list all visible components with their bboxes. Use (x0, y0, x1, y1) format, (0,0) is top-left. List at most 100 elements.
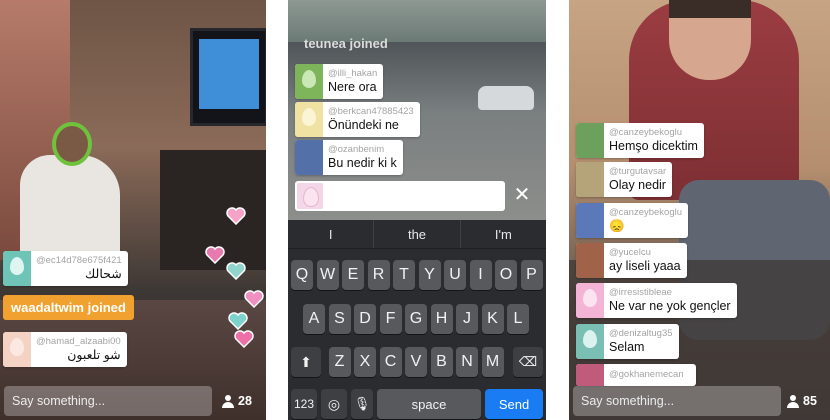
avatar (3, 332, 31, 367)
chat-message: @berkcan47885423 Önündeki ne (295, 102, 420, 137)
suggestion-item[interactable]: I (288, 220, 375, 248)
key-t[interactable]: T (393, 260, 415, 290)
shift-key[interactable]: ⬆ (291, 347, 321, 377)
avatar (576, 162, 604, 197)
chat-text: شو تلعبون (67, 348, 121, 362)
joined-notice: teunea joined (304, 36, 388, 51)
avatar (576, 324, 604, 359)
chat-message: @ec14d78e675f421 شحالك (3, 251, 128, 286)
heart-icon (234, 330, 254, 349)
avatar (576, 243, 604, 278)
viewer-count-value: 85 (803, 394, 817, 408)
chat-username: @denizaltug35 (609, 328, 673, 339)
suggestion-bar: I the I'm (288, 220, 546, 249)
globe-key[interactable]: ◎ (321, 389, 347, 419)
chat-text: شحالك (85, 267, 122, 281)
key-b[interactable]: B (430, 347, 453, 377)
television (190, 28, 266, 126)
microphone-icon: 🎙 (353, 396, 371, 411)
chat-text: Bu nedir ki k (328, 156, 397, 170)
chat-message: @ozanbenim Bu nedir ki k (295, 140, 403, 175)
joined-notice: waadaltwim joined (3, 295, 134, 320)
microphone-key[interactable]: 🎙 (351, 389, 373, 419)
key-i[interactable]: I (469, 260, 492, 290)
close-icon[interactable]: ✕ (513, 185, 531, 205)
viewer-count: 85 (787, 394, 817, 408)
send-button[interactable]: Send (485, 389, 543, 419)
left-broadcast-screen: @ec14d78e675f421 شحالك waadaltwim joined … (0, 0, 266, 420)
space-key[interactable]: space (377, 389, 481, 419)
backspace-icon: ⌫ (518, 354, 538, 369)
suggestion-item[interactable]: I'm (461, 220, 546, 248)
chat-username: @canzeybekoglu (609, 207, 683, 218)
chat-username: @turgutavsar (609, 166, 667, 177)
heart-icon (244, 290, 264, 309)
key-n[interactable]: N (456, 347, 478, 377)
viewer-count: 28 (222, 394, 252, 408)
key-j[interactable]: J (456, 304, 478, 334)
shift-icon: ⬆ (300, 353, 312, 370)
chat-message: @hamad_alzaabi00 شو تلعبون (3, 332, 127, 367)
chat-text: ay liseli yaaa (609, 259, 681, 273)
chat-username: @ozanbenim (328, 144, 385, 155)
chat-text: Olay nedir (609, 178, 666, 192)
chat-text: Hemşo dicektim (609, 139, 698, 153)
hair (669, 0, 751, 18)
key-h[interactable]: H (430, 304, 453, 334)
key-o[interactable]: O (495, 260, 517, 290)
avatar (295, 102, 323, 137)
avatar (3, 251, 31, 286)
chat-text: Önündeki ne (328, 118, 399, 132)
key-e[interactable]: E (342, 260, 364, 290)
key-m[interactable]: M (481, 347, 504, 377)
chat-message: @yucelcu ay liseli yaaa (576, 243, 687, 278)
chat-username: @ec14d78e675f421 (36, 255, 122, 266)
key-g[interactable]: G (405, 304, 427, 334)
middle-broadcast-screen: teunea joined @illi_hakan Nere ora @berkc… (288, 0, 546, 420)
comment-input[interactable] (295, 181, 505, 211)
chat-message: @turgutavsar Olay nedir (576, 162, 673, 197)
key-r[interactable]: R (367, 260, 390, 290)
heart-icon (228, 312, 248, 331)
key-c[interactable]: C (379, 347, 402, 377)
key-a[interactable]: A (303, 304, 325, 334)
key-v[interactable]: V (405, 347, 427, 377)
key-u[interactable]: U (444, 260, 466, 290)
numbers-key[interactable]: 123 (291, 389, 317, 419)
person-icon (787, 394, 799, 408)
chat-message: @canzeybekoglu Hemşo dicektim (576, 123, 704, 158)
chat-username: @yucelcu (609, 247, 651, 258)
key-p[interactable]: P (520, 260, 543, 290)
key-z[interactable]: Z (328, 347, 351, 377)
key-w[interactable]: W (316, 260, 339, 290)
chat-text: Selam (609, 340, 645, 354)
key-k[interactable]: K (481, 304, 504, 334)
avatar (576, 364, 604, 386)
heart-icon (205, 246, 225, 265)
key-y[interactable]: Y (418, 260, 441, 290)
chat-text: Nere ora (328, 80, 377, 94)
key-x[interactable]: X (354, 347, 376, 377)
say-something-input[interactable]: Say something... (573, 386, 781, 416)
key-l[interactable]: L (507, 304, 529, 334)
chat-message: @irresistibleae Ne var ne yok gençler (576, 283, 737, 318)
key-q[interactable]: Q (291, 260, 313, 290)
key-s[interactable]: S (328, 304, 351, 334)
key-d[interactable]: D (354, 304, 376, 334)
backspace-key[interactable]: ⌫ (513, 347, 543, 377)
person-head (52, 122, 92, 166)
chat-text: Ne var ne yok gençler (609, 299, 731, 313)
car (478, 86, 534, 110)
chat-message: @gokhanemecan (576, 364, 696, 386)
chat-username: @irresistibleae (609, 287, 672, 298)
chat-message: @canzeybekoglu 😞 (576, 203, 689, 238)
person-icon (222, 394, 234, 408)
chat-username: @berkcan47885423 (328, 106, 414, 117)
suggestion-item[interactable]: the (374, 220, 461, 248)
avatar (297, 183, 323, 209)
avatar (295, 64, 323, 99)
say-something-input[interactable]: Say something... (4, 386, 212, 416)
heart-icon (226, 262, 246, 281)
key-f[interactable]: F (379, 304, 402, 334)
right-broadcast-screen: @canzeybekoglu Hemşo dicektim @turgutavsa… (569, 0, 830, 420)
